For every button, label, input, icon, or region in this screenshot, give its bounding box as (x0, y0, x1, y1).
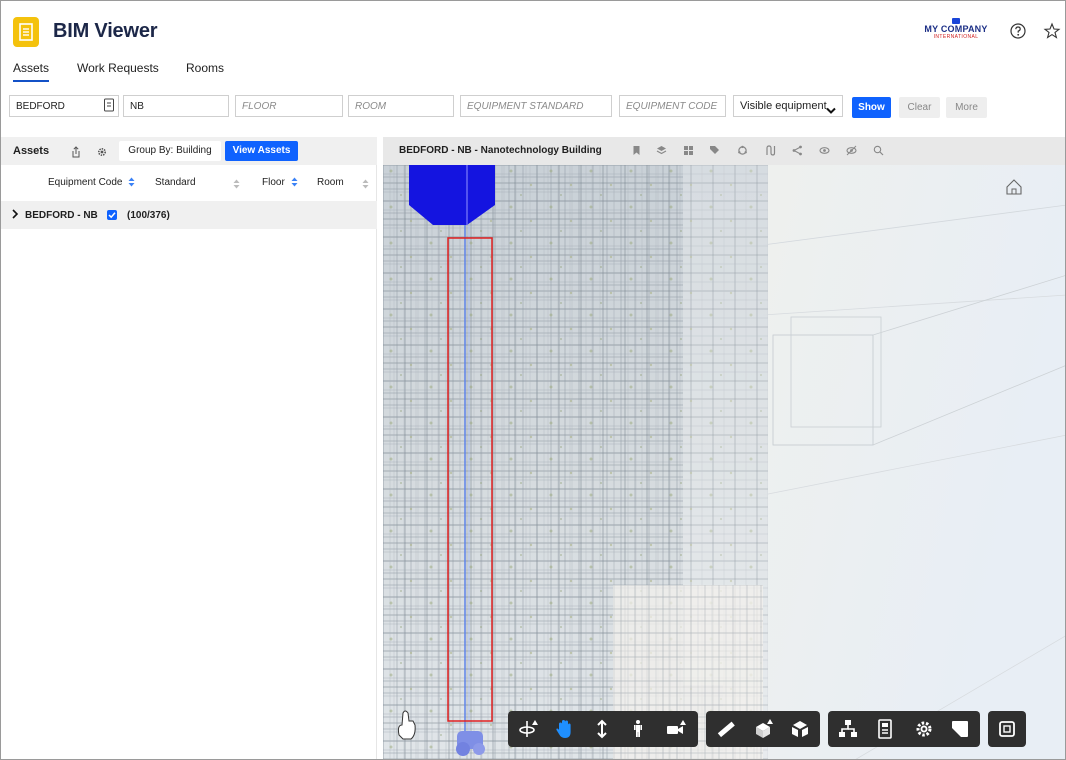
floor-input[interactable] (235, 95, 343, 117)
analysis-toolbar (706, 711, 820, 747)
tree-row-building[interactable]: BEDFORD - NB (100/376) (1, 201, 377, 229)
building-input[interactable] (123, 95, 229, 117)
measure-icon[interactable] (714, 717, 738, 741)
fullscreen-icon[interactable] (948, 717, 972, 741)
floor-plan-icon (13, 17, 39, 47)
favorite-star-icon[interactable] (1043, 22, 1061, 40)
section-icon[interactable] (751, 717, 775, 741)
layers-icon[interactable] (656, 145, 667, 156)
show-icon[interactable] (846, 145, 857, 156)
pan-icon[interactable] (552, 717, 576, 741)
visibility-select-value: Visible equipment (740, 100, 827, 112)
orbit-icon[interactable] (516, 717, 540, 741)
building-checkbox[interactable] (107, 210, 117, 220)
minimap-toolbar (988, 711, 1026, 747)
view-assets-button[interactable]: View Assets (225, 141, 298, 161)
properties-icon[interactable] (873, 717, 897, 741)
dolly-icon[interactable] (590, 717, 614, 741)
main-tabs: Assets Work Requests Rooms (1, 57, 1065, 85)
navigation-toolbar (508, 711, 698, 747)
chevron-right-icon[interactable] (11, 209, 19, 219)
camera-icon[interactable] (664, 717, 688, 741)
assets-panel: Assets Group By: Building View Assets Eq… (1, 137, 377, 759)
chevron-down-icon (826, 102, 836, 114)
column-standard[interactable]: Standard (155, 177, 196, 188)
gear-icon[interactable] (96, 145, 108, 157)
asset-table-header: Equipment Code Standard Floor Room (1, 173, 377, 195)
room-input[interactable] (348, 95, 454, 117)
explode-icon[interactable] (788, 717, 812, 741)
tag-icon[interactable] (709, 145, 720, 156)
tab-work-requests[interactable]: Work Requests (77, 61, 159, 75)
cycle-icon[interactable] (737, 145, 748, 156)
hide-icon[interactable] (819, 145, 830, 156)
app-header: BIM Viewer MY COMPANY INTERNATIONAL (1, 1, 1065, 57)
show-button[interactable]: Show (852, 97, 891, 118)
assets-toolbar: Assets Group By: Building View Assets (1, 137, 377, 165)
minimap-icon[interactable] (995, 717, 1019, 741)
path-icon[interactable] (765, 145, 776, 156)
settings-icon[interactable] (912, 717, 936, 741)
help-icon[interactable] (1009, 22, 1027, 40)
company-subtitle: INTERNATIONAL (933, 34, 979, 40)
bookmark-icon[interactable] (631, 145, 642, 156)
equipment-standard-input[interactable] (460, 95, 612, 117)
tree-row-label: BEDFORD - NB (25, 210, 98, 221)
viewer-header: BEDFORD - NB - Nanotechnology Building (383, 137, 1065, 165)
column-floor[interactable]: Floor (262, 177, 298, 188)
export-icon[interactable] (70, 145, 82, 158)
more-button[interactable]: More (946, 97, 987, 118)
grid-icon[interactable] (683, 145, 694, 156)
app-window: BIM Viewer MY COMPANY INTERNATIONAL Asse… (0, 0, 1066, 760)
search-icon[interactable] (873, 145, 884, 156)
visibility-select[interactable]: Visible equipment (733, 95, 843, 117)
company-logo: MY COMPANY INTERNATIONAL (919, 18, 993, 48)
bim-viewer: BEDFORD - NB - Nanotechnology Building (383, 137, 1066, 760)
tree-row-count: (100/376) (127, 210, 170, 221)
tab-assets[interactable]: Assets (13, 61, 50, 82)
model-browser-icon[interactable] (836, 717, 860, 741)
model-canvas[interactable] (383, 165, 1066, 760)
sort-icon[interactable] (362, 179, 369, 189)
company-name: MY COMPANY (924, 24, 988, 34)
sort-icon (128, 177, 135, 187)
sort-icon[interactable] (233, 179, 240, 189)
tab-rooms[interactable]: Rooms (186, 61, 224, 75)
group-by-button[interactable]: Group By: Building (119, 141, 221, 161)
clear-button[interactable]: Clear (899, 97, 940, 118)
model-toolbar (828, 711, 980, 747)
site-picker-icon[interactable] (103, 98, 115, 112)
share-icon[interactable] (792, 145, 803, 156)
sort-icon (291, 177, 298, 187)
viewer-title: BEDFORD - NB - Nanotechnology Building (399, 145, 602, 156)
column-equipment-code[interactable]: Equipment Code (48, 177, 135, 188)
walk-icon[interactable] (626, 717, 650, 741)
assets-panel-title: Assets (13, 145, 50, 157)
equipment-code-input[interactable] (619, 95, 726, 117)
column-room[interactable]: Room (317, 177, 344, 188)
app-title: BIM Viewer (53, 20, 158, 42)
